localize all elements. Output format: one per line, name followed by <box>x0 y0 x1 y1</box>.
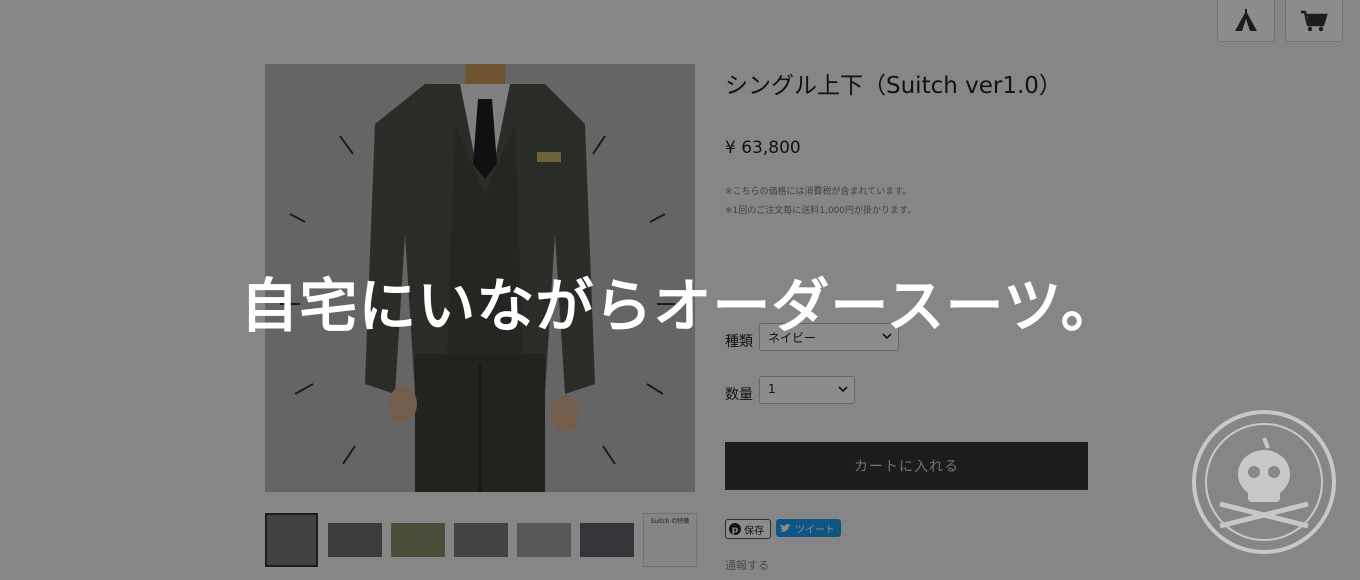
skull-logo-icon <box>1192 410 1336 554</box>
overlay-headline: 自宅にいながらオーダースーツ。 <box>240 272 1120 340</box>
